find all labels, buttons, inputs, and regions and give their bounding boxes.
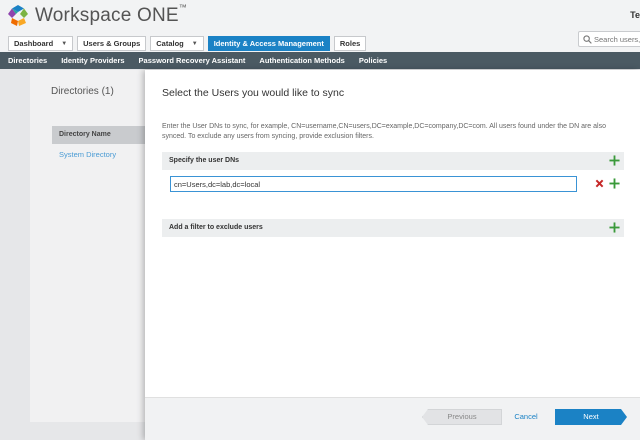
remove-dn-icon[interactable]	[595, 179, 604, 188]
dialog-footer: Previous Cancel Next	[145, 397, 640, 440]
subnav-authentication-methods[interactable]: Authentication Methods	[259, 56, 344, 65]
tab-identity-access-management[interactable]: Identity & Access Management	[207, 36, 330, 51]
app-title: Workspace ONE™	[35, 3, 187, 26]
dialog-title: Select the Users you would like to sync	[162, 87, 345, 99]
tab-catalog[interactable]: Catalog ▼	[150, 36, 204, 51]
user-dns-section: Specify the user DNs	[162, 152, 624, 170]
search-input[interactable]	[594, 33, 640, 45]
user-dn-input[interactable]	[170, 176, 577, 192]
cancel-button[interactable]: Cancel	[508, 409, 544, 425]
tab-roles[interactable]: Roles	[333, 36, 367, 51]
table-row[interactable]: System Directory	[52, 146, 152, 164]
search-box[interactable]	[578, 31, 640, 47]
chevron-down-icon: ▼	[61, 40, 68, 47]
dialog-description: Enter the User DNs to sync, for example,…	[162, 123, 606, 140]
user-dns-label: Specify the user DNs	[169, 157, 240, 164]
workspace-one-logo-icon[interactable]	[6, 4, 30, 28]
subnav-identity-providers[interactable]: Identity Providers	[61, 56, 124, 65]
subnav-password-recovery-assistant[interactable]: Password Recovery Assistant	[139, 56, 246, 65]
chevron-down-icon: ▼	[191, 40, 198, 47]
tab-dashboard[interactable]: Dashboard ▼	[8, 36, 74, 51]
sub-navigation: Directories Identity Providers Password …	[0, 52, 640, 69]
page-title: Directories (1)	[51, 86, 114, 97]
sync-users-dialog: Select the Users you would like to sync …	[145, 70, 640, 440]
subnav-policies[interactable]: Policies	[359, 56, 387, 65]
next-button[interactable]: Next	[555, 409, 627, 425]
add-filter-icon[interactable]	[609, 222, 620, 233]
table-header-directory-name[interactable]: Directory Name	[52, 126, 152, 144]
subnav-directories[interactable]: Directories	[8, 56, 47, 65]
add-dn-icon[interactable]	[609, 155, 620, 166]
search-icon	[583, 35, 592, 44]
tab-users-groups[interactable]: Users & Groups	[77, 36, 147, 51]
exclude-filter-label: Add a filter to exclude users	[169, 224, 263, 231]
user-menu[interactable]: Te	[630, 10, 640, 20]
app-header: Workspace ONE™ Te Dashboard ▼ Users & Gro…	[0, 0, 640, 52]
add-dn-row-icon[interactable]	[609, 178, 620, 189]
main-tabs: Dashboard ▼ Users & Groups Catalog ▼ Ident…	[8, 36, 367, 51]
previous-button[interactable]: Previous	[422, 409, 502, 425]
exclude-filter-section: Add a filter to exclude users	[162, 219, 624, 237]
